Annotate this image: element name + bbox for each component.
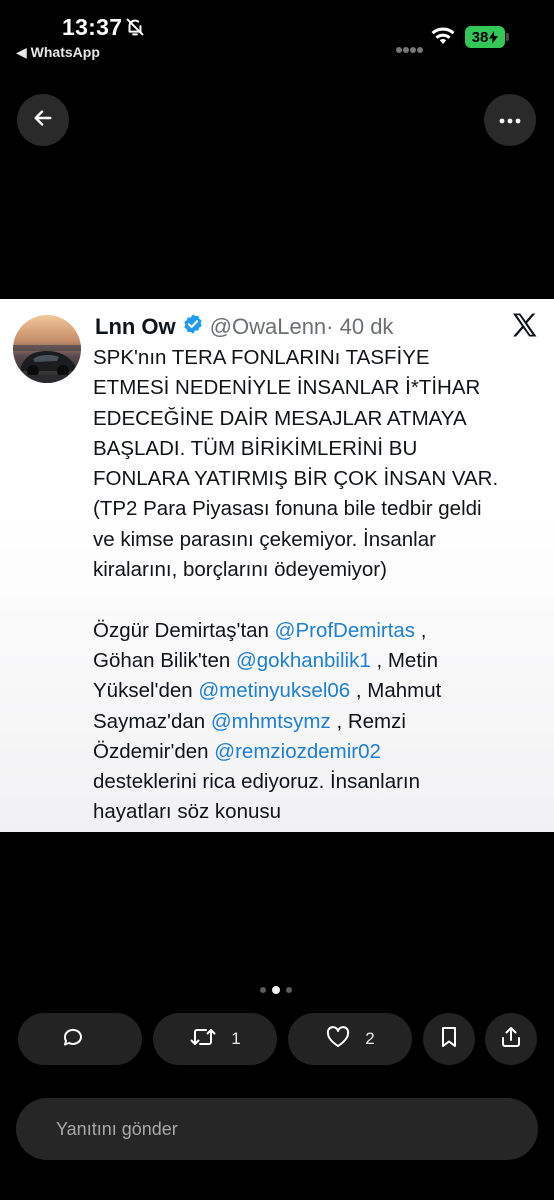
mention-link[interactable]: @mhmtsymz: [211, 710, 331, 733]
cellular-signal-icon: [396, 41, 424, 59]
tweet-text-segment: Saymaz'dan: [93, 709, 211, 733]
pager-dot[interactable]: [286, 987, 292, 993]
tweet-text-segment: FONLARA YATIRMIŞ BİR ÇOK İNSAN VAR.: [93, 467, 499, 491]
tweet-text-segment: ve kimse parasını çekemiyor. İnsanlar: [93, 527, 436, 551]
back-to-app-link[interactable]: ◀ WhatsApp: [16, 44, 100, 61]
pager-dot[interactable]: [260, 987, 266, 993]
bookmark-icon: [438, 1025, 460, 1054]
tweet-text-line: Saymaz'dan @mhmtsymz , Remzi: [93, 707, 548, 737]
battery-cap: [506, 33, 509, 41]
verified-badge-icon: [182, 313, 204, 340]
arrow-left-icon: [32, 107, 54, 134]
reply-input[interactable]: [16, 1098, 538, 1160]
avatar[interactable]: [13, 315, 81, 383]
tweet-text-line: ve kimse parasını çekemiyor. İnsanlar: [93, 525, 548, 555]
tweet-text-line: desteklerini rica ediyoruz. İnsanların: [93, 767, 548, 797]
battery-indicator: 38: [465, 26, 505, 48]
tweet-text: SPK'nın TERA FONLARINı TASFİYE ETMESİ NED…: [93, 343, 548, 828]
tweet-text-segment: Göhan Bilik'ten: [93, 648, 236, 672]
speech-bubble-icon: [61, 1025, 85, 1054]
tweet-text-line: Özdemir'den @remziozdemir02: [93, 737, 548, 767]
tweet-text-gap: [93, 585, 548, 615]
heart-icon: [325, 1025, 351, 1054]
like-count: 2: [365, 1029, 375, 1048]
x-logo-icon: [512, 313, 538, 342]
mention-link[interactable]: @metinyuksel06: [198, 679, 350, 702]
more-options-button[interactable]: [484, 94, 536, 146]
tweet-text-segment: , Mahmut: [350, 679, 442, 703]
tweet-text-segment: Yüksel'den: [93, 679, 199, 703]
share-button[interactable]: [485, 1013, 537, 1065]
tweet-text-segment: Özgür Demirtaş'tan: [93, 618, 275, 642]
tweet-text-line: kiralarını, borçlarını ödeyemiyor): [93, 555, 548, 585]
reply-button[interactable]: [18, 1013, 142, 1065]
bell-slash-icon: [124, 16, 146, 43]
tweet-text-line: (TP2 Para Piyasası fonuna bile tedbir ge…: [93, 494, 548, 524]
tweet-text-segment: desteklerini rica ediyoruz. İnsanların: [93, 770, 421, 794]
tweet-text-line: BAŞLADI. TÜM BİRİKİMLERİNİ BU: [93, 434, 548, 464]
media-pager-dots: [260, 986, 292, 994]
tweet-text-line: EDECEĞİNE DAİR MESAJLAR ATMAYA: [93, 404, 548, 434]
tweet-text-line: FONLARA YATIRMIŞ BİR ÇOK İNSAN VAR.: [93, 464, 548, 494]
tweet-header: Lnn Ow @OwaLenn · 40 dk: [95, 313, 393, 340]
tweet-text-segment: ETMESİ NEDENİYLE İNSANLAR İ*TİHAR: [93, 376, 481, 400]
tweet-text-segment: BAŞLADI. TÜM BİRİKİMLERİNİ BU: [93, 436, 418, 460]
share-icon: [499, 1025, 523, 1054]
tweet-text-line: Yüksel'den @metinyuksel06 , Mahmut: [93, 676, 548, 706]
repost-icon: [189, 1025, 217, 1054]
charging-bolt-icon: [489, 30, 499, 44]
tweet-text-segment: Özdemir'den: [93, 739, 215, 763]
tweet-text-segment: ,: [415, 618, 427, 642]
mention-link[interactable]: @remziozdemir02: [214, 740, 381, 763]
pager-dot[interactable]: [272, 986, 280, 994]
tweet-text-line: Özgür Demirtaş'tan @ProfDemirtas ,: [93, 616, 548, 646]
more-horizontal-icon: [499, 111, 521, 129]
author-name[interactable]: Lnn Ow: [95, 314, 176, 340]
tweet-text-segment: kiralarını, borçlarını ödeyemiyor): [93, 558, 387, 582]
tweet-text-segment: SPK'nın TERA FONLARINı TASFİYE: [93, 346, 430, 369]
tweet-text-line: hayatları söz konusu: [93, 797, 548, 827]
tweet-time: · 40 dk: [326, 313, 394, 339]
battery-level: 38: [471, 28, 489, 46]
tweet-card[interactable]: Lnn Ow @OwaLenn · 40 dk SPK'nın TERA FON…: [0, 299, 554, 832]
back-button[interactable]: [17, 94, 69, 146]
bookmark-button[interactable]: [423, 1013, 475, 1065]
wifi-icon: [430, 26, 456, 51]
tweet-text-segment: , Metin: [370, 648, 438, 672]
tweet-text-segment: hayatları söz konusu: [93, 800, 282, 824]
author-handle[interactable]: @OwaLenn: [210, 314, 327, 340]
status-time: 13:37: [62, 14, 123, 40]
tweet-text-segment: , Remzi: [330, 709, 406, 733]
tweet-text-line: SPK'nın TERA FONLARINı TASFİYE: [93, 343, 548, 373]
tweet-text-segment: (TP2 Para Piyasası fonuna bile tedbir ge…: [93, 497, 482, 521]
tweet-text-line: ETMESİ NEDENİYLE İNSANLAR İ*TİHAR: [93, 373, 548, 403]
repost-count: 1: [231, 1029, 241, 1048]
mention-link[interactable]: @ProfDemirtas: [275, 619, 415, 642]
tweet-text-line: Göhan Bilik'ten @gokhanbilik1 , Metin: [93, 646, 548, 676]
like-button[interactable]: 2: [288, 1013, 412, 1065]
repost-button[interactable]: 1: [153, 1013, 277, 1065]
mention-link[interactable]: @gokhanbilik1: [236, 649, 371, 672]
tweet-text-segment: EDECEĞİNE DAİR MESAJLAR ATMAYA: [93, 406, 467, 430]
